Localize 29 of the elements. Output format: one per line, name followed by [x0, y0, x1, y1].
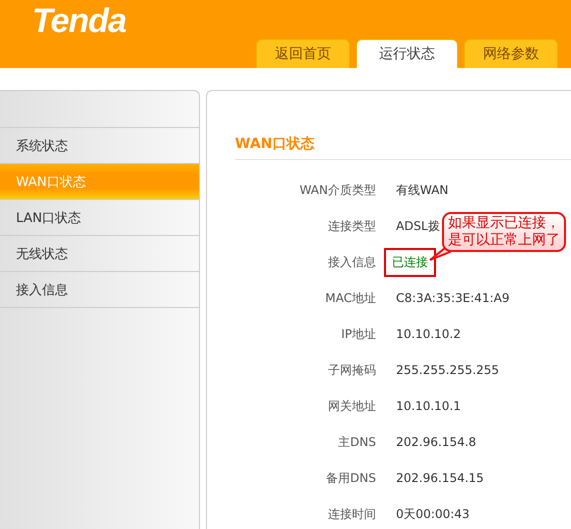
field-value: ADSL拨: [395, 218, 441, 234]
field-value: 10.10.10.1: [395, 398, 462, 415]
field-value: C8:3A:35:3E:41:A9: [395, 290, 510, 307]
field-label: 连接类型: [327, 218, 376, 234]
field-label: 主DNS: [337, 434, 376, 450]
field-value: 202.96.154.8: [395, 434, 478, 451]
sidebar-item[interactable]: LAN口状态: [0, 200, 199, 236]
field-label: WAN介质类型: [298, 182, 376, 198]
field-label: 子网掩码: [327, 362, 376, 378]
field-label: 连接时间: [327, 506, 376, 522]
field-value: 有线WAN: [395, 182, 450, 198]
nav-tab[interactable]: 运行状态: [356, 39, 458, 68]
field-label: MAC地址: [324, 290, 376, 306]
highlighted-value: 已连接: [384, 248, 436, 276]
nav-tab[interactable]: 返回首页: [256, 39, 350, 68]
field-label: 备用DNS: [325, 470, 376, 486]
field-value: 10.10.10.2: [395, 326, 462, 343]
field-value: 202.96.154.15: [395, 470, 485, 487]
field-value: 0天00:00:43: [395, 506, 471, 522]
sidebar-item[interactable]: 无线状态: [0, 236, 199, 272]
field-label: 网关地址: [327, 398, 376, 414]
nav-tab[interactable]: 网络参数: [464, 39, 558, 68]
field-label: 接入信息: [327, 254, 376, 270]
section-title: WAN口状态: [235, 135, 571, 160]
sidebar-item[interactable]: 接入信息: [0, 272, 199, 308]
field-value: 255.255.255.255: [395, 362, 500, 379]
callout-note: 如果显示已连接， 是可以正常上网了: [442, 212, 566, 252]
field-label: IP地址: [340, 326, 376, 342]
logo: Tenda: [32, 2, 126, 41]
